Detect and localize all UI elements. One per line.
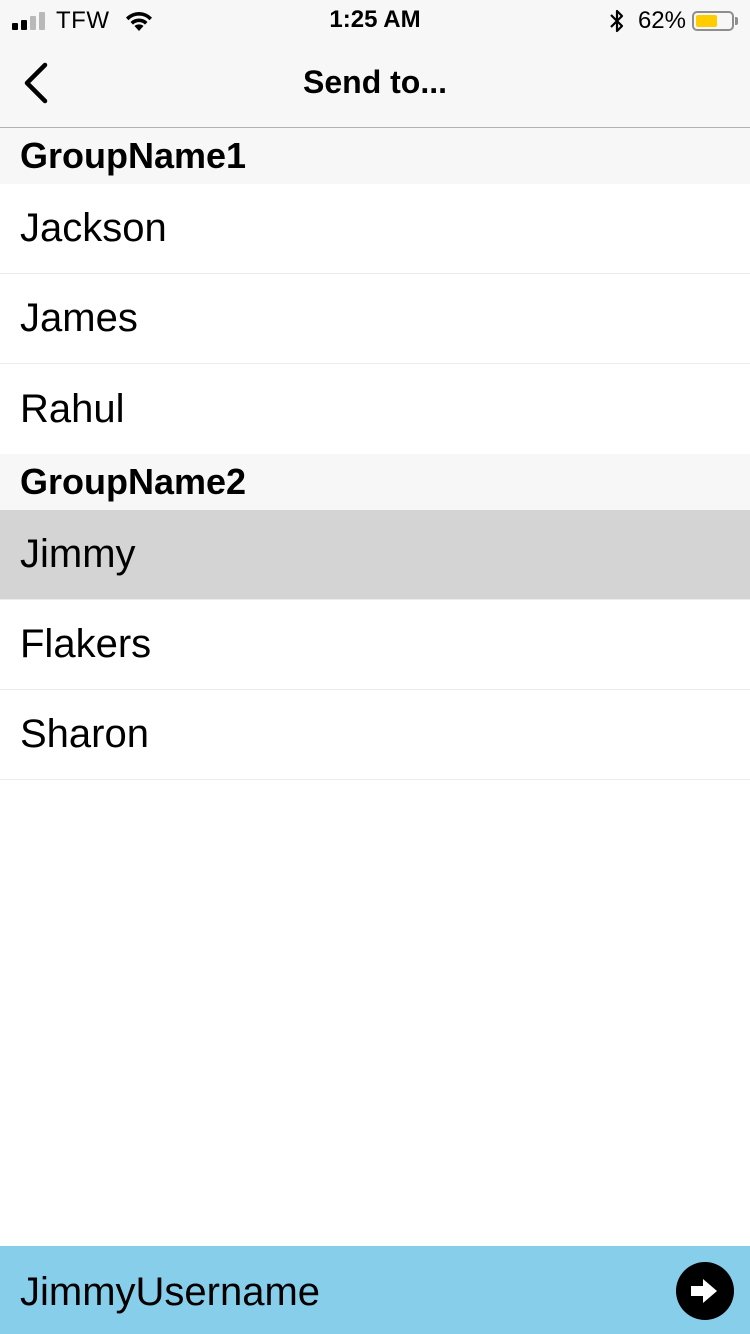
battery-percent: 62% [637, 7, 686, 34]
battery-icon [692, 11, 734, 31]
battery-tip [735, 17, 738, 25]
status-bar: TFW 1:25 AM 62% [0, 0, 750, 40]
list-item-jimmy[interactable]: Jimmy [0, 510, 750, 600]
list-item-flakers[interactable]: Flakers [0, 600, 750, 690]
section-header-group-1: GroupName1 [0, 128, 750, 184]
arrow-right-icon [691, 1279, 717, 1303]
selection-bar: JimmyUsername [0, 1246, 750, 1334]
section-header-group-2: GroupName2 [0, 454, 750, 510]
list-item-jackson[interactable]: Jackson [0, 184, 750, 274]
list-item-james[interactable]: James [0, 274, 750, 364]
list-item-rahul[interactable]: Rahul [0, 364, 750, 454]
selected-username: JimmyUsername [20, 1270, 321, 1314]
battery-level-fill [696, 15, 718, 27]
list-item-sharon[interactable]: Sharon [0, 690, 750, 780]
send-button[interactable] [676, 1262, 734, 1320]
status-bar-right: 62% [608, 7, 738, 35]
screen: TFW 1:25 AM 62% Send to... GroupName1 Ja… [0, 0, 750, 1334]
bluetooth-icon [610, 9, 624, 33]
navigation-bar: Send to... [0, 40, 750, 128]
recipient-list: GroupName1 Jackson James Rahul GroupName… [0, 128, 750, 780]
page-title: Send to... [303, 64, 447, 100]
